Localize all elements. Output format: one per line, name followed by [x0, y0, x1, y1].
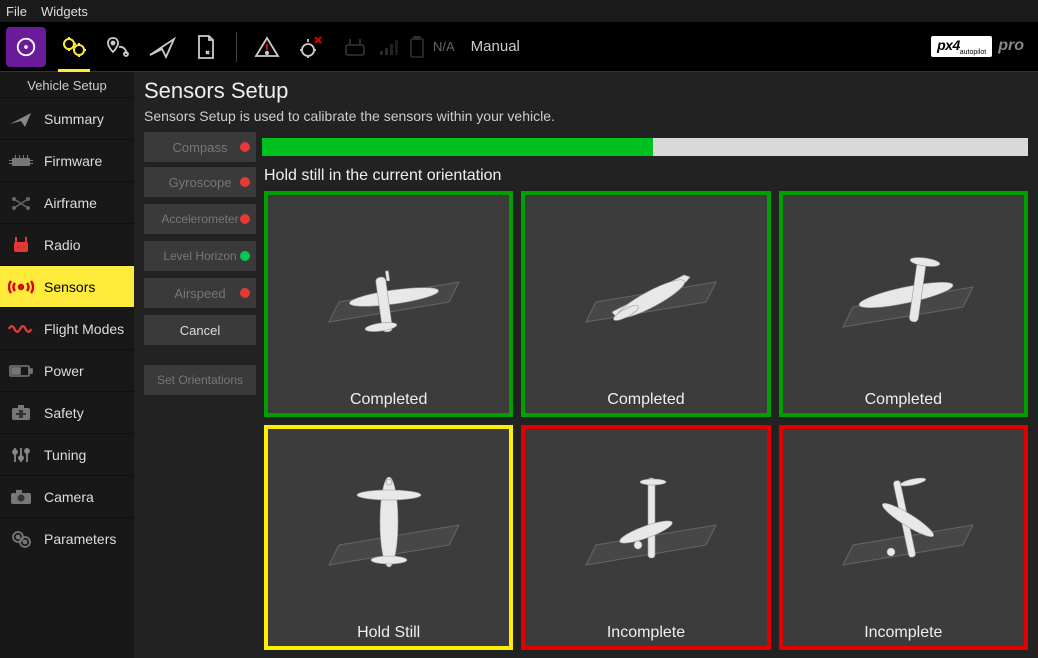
sidebar-item-airframe[interactable]: Airframe [0, 181, 134, 223]
plane-illustration [783, 195, 1024, 389]
toolbar: N/A Manual px4autopilot pro [0, 22, 1038, 72]
toolbar-signal-icon [377, 25, 403, 69]
sidebar-item-safety[interactable]: Safety [0, 391, 134, 433]
toolbar-battery-icon [403, 25, 431, 69]
brand-pro: pro [998, 37, 1024, 55]
tile-label: Completed [268, 389, 509, 413]
brand-logo: px4autopilot [931, 36, 992, 57]
flight-mode-label[interactable]: Manual [471, 38, 520, 55]
sidebar-item-tuning[interactable]: Tuning [0, 433, 134, 475]
airspeed-button[interactable]: Airspeed [144, 278, 256, 308]
tuning-icon [8, 444, 34, 466]
page-description: Sensors Setup is used to calibrate the s… [144, 108, 1028, 124]
plane-illustration [783, 429, 1024, 623]
instruction-text: Hold still in the current orientation [264, 167, 1028, 185]
toolbar-gps-icon[interactable] [289, 25, 333, 69]
level-horizon-button[interactable]: Level Horizon [144, 241, 256, 271]
toolbar-warning-icon[interactable] [245, 25, 289, 69]
sidebar-item-label: Airframe [44, 195, 97, 211]
sidebar-item-label: Parameters [44, 531, 116, 547]
toolbar-waypoint-icon[interactable] [96, 25, 140, 69]
plane-illustration [525, 195, 766, 389]
sidebar-item-summary[interactable]: Summary [0, 97, 134, 139]
sidebar-item-label: Sensors [44, 279, 95, 295]
page-title: Sensors Setup [144, 78, 1028, 104]
calibration-progress-fill [262, 138, 653, 156]
toolbar-separator [236, 32, 237, 62]
sidebar-item-label: Tuning [44, 447, 86, 463]
main-panel: Sensors Setup Sensors Setup is used to c… [134, 72, 1038, 658]
camera-icon [8, 486, 34, 508]
sidebar-item-label: Summary [44, 111, 104, 127]
sidebar-item-label: Power [44, 363, 84, 379]
cancel-button[interactable]: Cancel [144, 315, 256, 345]
menubar: File Widgets [0, 0, 1038, 22]
tile-label: Completed [525, 389, 766, 413]
tile-label: Incomplete [783, 622, 1024, 646]
toolbar-fly-icon[interactable] [140, 25, 184, 69]
firmware-icon [8, 150, 34, 172]
sidebar-item-parameters[interactable]: Parameters [0, 517, 134, 559]
accelerometer-button-label: Accelerometer [161, 212, 238, 226]
level-horizon-button-label: Level Horizon [163, 249, 236, 263]
toolbar-log-icon[interactable] [184, 25, 228, 69]
airframe-icon [8, 192, 34, 214]
plane-illustration [268, 195, 509, 389]
sidebar-item-flight-modes[interactable]: Flight Modes [0, 307, 134, 349]
radio-icon [8, 234, 34, 256]
cancel-button-label: Cancel [180, 323, 220, 338]
accelerometer-button[interactable]: Accelerometer [144, 204, 256, 234]
tile-label: Hold Still [268, 622, 509, 646]
sidebar-item-label: Safety [44, 405, 84, 421]
sidebar-title: Vehicle Setup [0, 72, 134, 97]
toolbar-rc-icon [333, 25, 377, 69]
sidebar: Vehicle Setup Summary Firmware Airframe … [0, 72, 134, 658]
menu-file[interactable]: File [6, 4, 27, 19]
safety-icon [8, 402, 34, 424]
status-dot-red [240, 288, 250, 298]
compass-button-label: Compass [173, 140, 228, 155]
orientation-tile[interactable]: Completed [264, 191, 513, 417]
summary-icon [8, 108, 34, 130]
menu-widgets[interactable]: Widgets [41, 4, 88, 19]
sidebar-item-camera[interactable]: Camera [0, 475, 134, 517]
parameters-icon [8, 528, 34, 550]
orientation-tile[interactable]: Completed [779, 191, 1028, 417]
compass-button[interactable]: Compass [144, 132, 256, 162]
set-orientations-button[interactable]: Set Orientations [144, 365, 256, 395]
sidebar-item-power[interactable]: Power [0, 349, 134, 391]
app-icon[interactable] [6, 27, 46, 67]
sidebar-item-firmware[interactable]: Firmware [0, 139, 134, 181]
orientation-tile[interactable]: Incomplete [521, 425, 770, 651]
sidebar-item-radio[interactable]: Radio [0, 223, 134, 265]
airspeed-button-label: Airspeed [174, 286, 225, 301]
sensor-button-column: Gyroscope Accelerometer Level Horizon Ai… [144, 167, 256, 650]
toolbar-setup-icon[interactable] [52, 25, 96, 69]
sensors-icon [8, 276, 34, 298]
tile-label: Completed [783, 389, 1024, 413]
flight-modes-icon [8, 318, 34, 340]
power-icon [8, 360, 34, 382]
tile-label: Incomplete [525, 622, 766, 646]
status-dot-red [240, 177, 250, 187]
status-dot-green [240, 251, 250, 261]
gyroscope-button[interactable]: Gyroscope [144, 167, 256, 197]
sidebar-item-sensors[interactable]: Sensors [0, 265, 134, 307]
plane-illustration [268, 429, 509, 623]
sidebar-item-label: Radio [44, 237, 81, 253]
status-dot-red [240, 214, 250, 224]
sidebar-item-label: Flight Modes [44, 321, 124, 337]
orientation-tile[interactable]: Completed [521, 191, 770, 417]
sidebar-item-label: Camera [44, 489, 94, 505]
battery-na: N/A [433, 39, 455, 54]
orientation-tile[interactable]: Incomplete [779, 425, 1028, 651]
status-dot-red [240, 142, 250, 152]
orientation-grid: Completed Completed Completed [264, 191, 1028, 650]
orientation-tile[interactable]: Hold Still [264, 425, 513, 651]
gyroscope-button-label: Gyroscope [169, 175, 232, 190]
sidebar-item-label: Firmware [44, 153, 102, 169]
plane-illustration [525, 429, 766, 623]
set-orientations-button-label: Set Orientations [157, 373, 243, 387]
calibration-progress [262, 138, 1028, 156]
